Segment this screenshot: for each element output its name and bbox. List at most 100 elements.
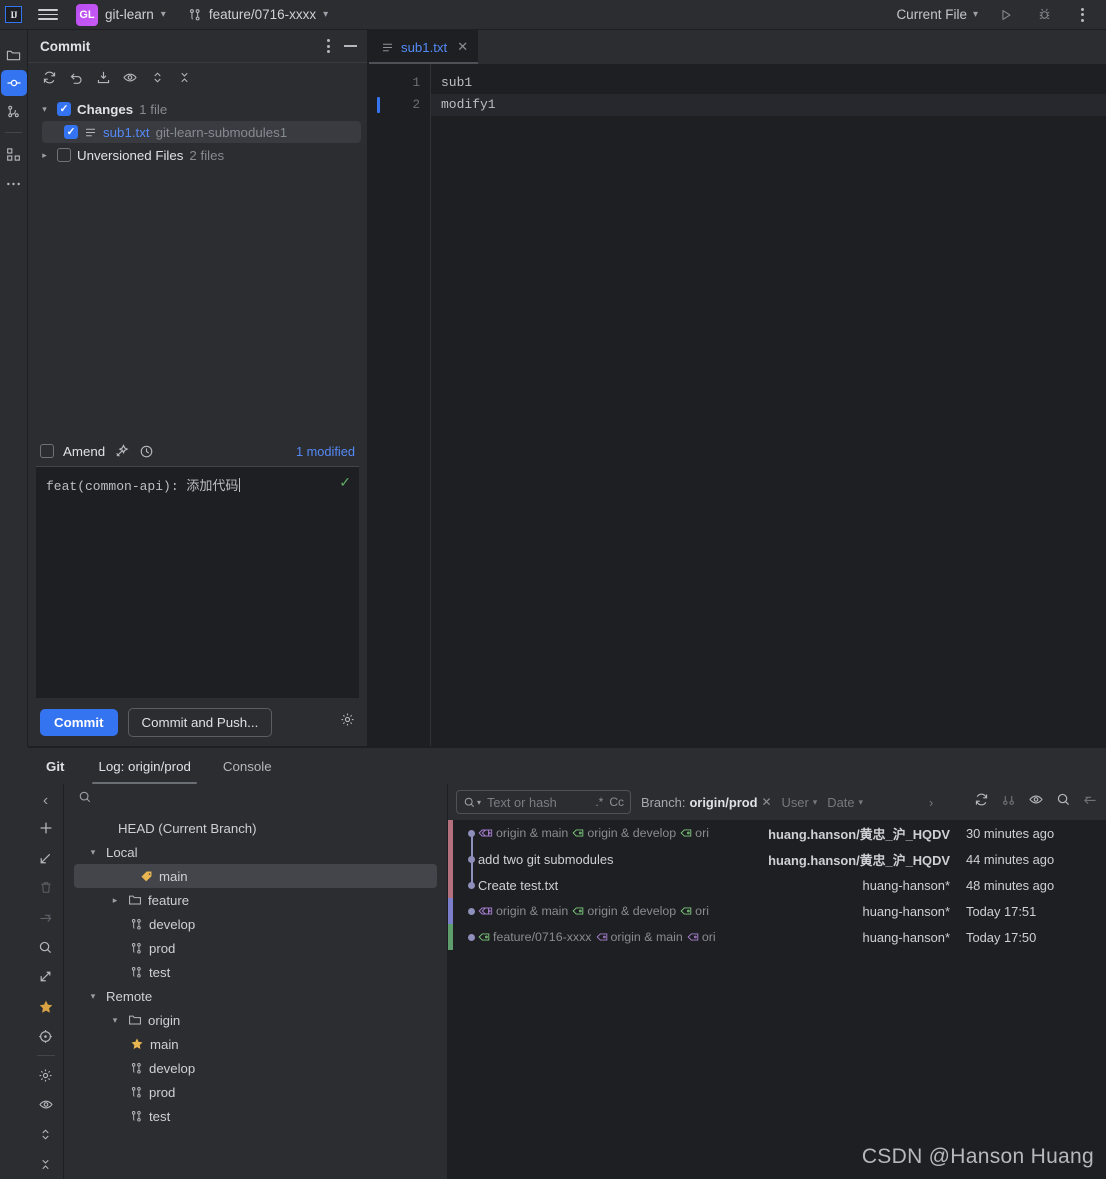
favorite-star-icon[interactable] bbox=[33, 995, 59, 1019]
search-dropdown-icon[interactable]: ▾ bbox=[463, 796, 481, 809]
refresh-log-icon[interactable] bbox=[974, 792, 989, 812]
unversioned-group-row[interactable]: ▸ Unversioned Files 2 files bbox=[28, 143, 367, 167]
regex-toggle[interactable]: .* bbox=[595, 795, 603, 809]
changes-group-checkbox[interactable] bbox=[57, 102, 71, 116]
amend-checkbox[interactable] bbox=[40, 444, 54, 458]
close-icon[interactable]: ✕ bbox=[761, 795, 771, 809]
case-sensitive-toggle[interactable]: Cc bbox=[609, 795, 624, 809]
branch-row-local-prod[interactable]: prod bbox=[64, 936, 447, 960]
branch-chevron-down-icon[interactable]: ▾ bbox=[323, 9, 328, 20]
chevron-down-icon[interactable]: ▾ bbox=[38, 104, 51, 115]
unversioned-group-checkbox[interactable] bbox=[57, 148, 71, 162]
checkout-icon[interactable] bbox=[33, 846, 59, 870]
delete-icon[interactable] bbox=[33, 876, 59, 900]
merge-icon[interactable] bbox=[33, 965, 59, 989]
collapse-all-icon[interactable] bbox=[173, 67, 195, 89]
sidebar-item-more[interactable] bbox=[1, 169, 27, 199]
hamburger-menu-icon[interactable] bbox=[38, 5, 58, 25]
commit-and-push-button[interactable]: Commit and Push... bbox=[127, 707, 273, 737]
branch-row-local-main[interactable]: main bbox=[74, 864, 437, 888]
show-details-icon[interactable] bbox=[1028, 792, 1044, 812]
run-configuration-selector[interactable]: Current File bbox=[896, 7, 967, 22]
branch-row-origin-test[interactable]: test bbox=[64, 1104, 447, 1128]
gear-icon[interactable] bbox=[340, 712, 355, 732]
branch-row-origin-prod[interactable]: prod bbox=[64, 1080, 447, 1104]
date-filter[interactable]: Date ▾ bbox=[827, 795, 863, 810]
commit-history-icon[interactable] bbox=[139, 444, 154, 459]
expand-collapse-icon[interactable] bbox=[146, 67, 168, 89]
changed-file-row[interactable]: sub1.txt git-learn-submodules1 bbox=[42, 121, 361, 143]
user-filter[interactable]: User ▾ bbox=[782, 795, 818, 810]
branch-row-origin-main[interactable]: main bbox=[64, 1032, 447, 1056]
git-branch-icon bbox=[130, 966, 143, 979]
branch-group-local[interactable]: ▾ Local bbox=[64, 840, 447, 864]
editor-tab-sub1[interactable]: sub1.txt ✕ bbox=[369, 30, 479, 64]
code-lines[interactable]: sub1 modify1 bbox=[431, 64, 1106, 746]
hide-window-icon[interactable] bbox=[1083, 792, 1098, 812]
table-row[interactable]: Create test.txt huang-hanson* 48 minutes… bbox=[448, 872, 1106, 898]
branch-folder-feature[interactable]: ▸ feature bbox=[64, 888, 447, 912]
branch-row-local-test[interactable]: test bbox=[64, 960, 447, 984]
chevron-down-icon[interactable]: ▾ bbox=[108, 1015, 122, 1026]
close-icon[interactable]: ✕ bbox=[457, 39, 468, 55]
ai-commit-message-icon[interactable] bbox=[114, 443, 130, 459]
date-filter-label: Date bbox=[827, 794, 855, 810]
branch-folder-origin[interactable]: ▾ origin bbox=[64, 1008, 447, 1032]
expand-all-icon[interactable] bbox=[33, 1123, 59, 1147]
refresh-changes-icon[interactable] bbox=[38, 67, 60, 89]
current-branch-label[interactable]: feature/0716-xxxx bbox=[209, 7, 316, 22]
changes-group-row[interactable]: ▾ Changes 1 file bbox=[28, 97, 367, 121]
collapse-sidebar-chevron-left-icon[interactable]: ‹ bbox=[43, 788, 48, 814]
navigate-icon[interactable] bbox=[33, 1025, 59, 1049]
chevron-right-icon[interactable]: ▸ bbox=[38, 150, 51, 161]
table-row[interactable]: add two git submodules huang.hanson/黄忠_沪… bbox=[448, 846, 1106, 872]
debug-icon[interactable] bbox=[1034, 5, 1054, 25]
commit-options-more-vertical-icon[interactable] bbox=[327, 39, 330, 53]
chevron-right-icon[interactable]: › bbox=[929, 795, 933, 810]
show-diff-icon[interactable] bbox=[119, 67, 141, 89]
table-row[interactable]: origin & main origin & develop ori huang… bbox=[448, 820, 1106, 846]
more-vertical-icon[interactable] bbox=[1072, 5, 1092, 25]
find-icon[interactable] bbox=[1056, 792, 1071, 812]
show-preview-icon[interactable] bbox=[33, 1093, 59, 1117]
tab-log-origin-prod[interactable]: Log: origin/prod bbox=[82, 748, 206, 784]
branch-filter[interactable]: Branch: origin/prod ✕ bbox=[641, 795, 772, 810]
sidebar-item-pull-requests[interactable] bbox=[1, 96, 27, 126]
log-search-input[interactable]: ▾ Text or hash .* Cc bbox=[456, 790, 631, 814]
add-icon[interactable] bbox=[33, 817, 59, 841]
rollback-icon[interactable] bbox=[65, 67, 87, 89]
chevron-down-icon[interactable]: ▾ bbox=[86, 991, 100, 1002]
branch-row-head[interactable]: HEAD (Current Branch) bbox=[64, 816, 447, 840]
sidebar-item-commit[interactable] bbox=[0, 70, 27, 96]
settings-gear-icon[interactable] bbox=[33, 1063, 59, 1087]
branch-filter-search[interactable] bbox=[64, 784, 447, 814]
sidebar-item-structure[interactable] bbox=[1, 139, 27, 169]
table-row[interactable]: feature/0716-xxxx origin & main ori huan… bbox=[448, 924, 1106, 950]
table-row[interactable]: origin & main origin & develop ori huang… bbox=[448, 898, 1106, 924]
changed-file-checkbox[interactable] bbox=[64, 125, 78, 139]
commit-button[interactable]: Commit bbox=[40, 708, 118, 736]
chevron-down-icon[interactable]: ▾ bbox=[161, 9, 166, 20]
intellij-logo-icon: IJ bbox=[5, 6, 22, 23]
collapse-all-icon[interactable] bbox=[33, 1152, 59, 1176]
search-icon[interactable] bbox=[33, 935, 59, 959]
commit-message-input[interactable]: feat(common-api): 添加代码 ✓ bbox=[36, 466, 359, 698]
project-badge: GL bbox=[76, 3, 98, 26]
chevron-down-icon[interactable]: ▾ bbox=[86, 847, 100, 858]
rebase-icon[interactable] bbox=[33, 906, 59, 930]
project-name-label[interactable]: git-learn bbox=[105, 7, 154, 22]
show-graph-icon[interactable] bbox=[1001, 792, 1016, 812]
branch-row-local-develop[interactable]: develop bbox=[64, 912, 447, 936]
run-config-chevron-down-icon[interactable]: ▾ bbox=[973, 9, 978, 20]
sidebar-item-project[interactable] bbox=[1, 40, 27, 70]
branch-row-origin-develop[interactable]: develop bbox=[64, 1056, 447, 1080]
minimize-icon[interactable] bbox=[344, 45, 357, 47]
run-icon[interactable] bbox=[996, 5, 1016, 25]
tab-console[interactable]: Console bbox=[207, 748, 288, 784]
branch-group-remote[interactable]: ▾ Remote bbox=[64, 984, 447, 1008]
commit-date-cell: Today 17:51 bbox=[966, 903, 1037, 919]
modified-count-label: 1 modified bbox=[295, 443, 355, 459]
commit-log-table[interactable]: origin & main origin & develop ori huang… bbox=[448, 820, 1106, 1179]
chevron-right-icon[interactable]: ▸ bbox=[108, 895, 122, 906]
shelve-icon[interactable] bbox=[92, 67, 114, 89]
